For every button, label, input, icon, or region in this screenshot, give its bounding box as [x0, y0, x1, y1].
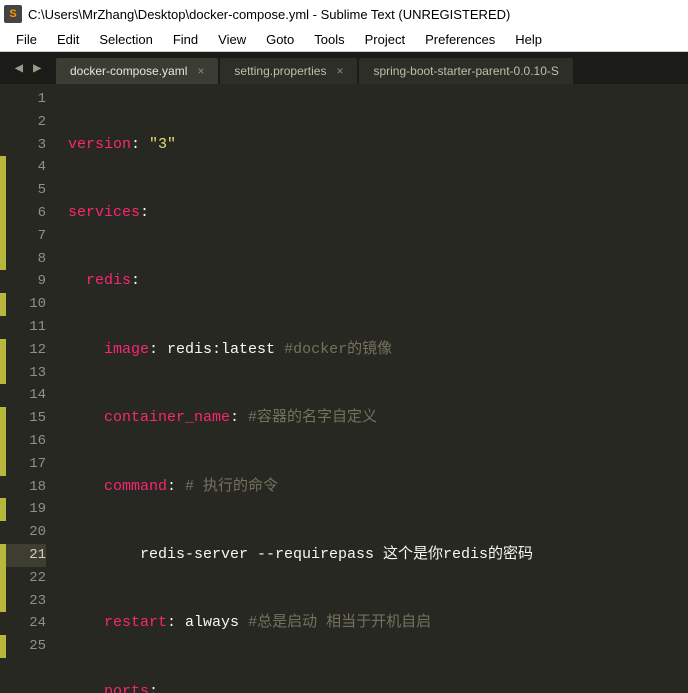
tab-docker-compose[interactable]: docker-compose.yaml × [56, 58, 218, 84]
line-number: 21 [6, 544, 46, 567]
line-number: 2 [38, 114, 46, 130]
line-number: 4 [38, 159, 46, 175]
code-line[interactable]: services: [58, 202, 688, 225]
close-icon[interactable]: × [336, 64, 343, 78]
line-number: 23 [29, 593, 46, 609]
tab-label: spring-boot-starter-parent-0.0.10-S [373, 64, 558, 78]
line-number: 16 [29, 433, 46, 449]
line-number: 11 [29, 319, 46, 335]
gutter: 1 2 3 4 5 6 7 8 9 10 11 12 13 14 15 16 1… [0, 84, 58, 693]
tab-label: setting.properties [234, 64, 326, 78]
menu-file[interactable]: File [6, 30, 47, 49]
code-line[interactable]: container_name: #容器的名字自定义 [58, 407, 688, 430]
line-number: 18 [29, 479, 46, 495]
nav-back-icon[interactable]: ◀ [15, 60, 23, 77]
window-title: C:\Users\MrZhang\Desktop\docker-compose.… [28, 7, 510, 22]
line-number: 14 [29, 387, 46, 403]
tab-spring-boot[interactable]: spring-boot-starter-parent-0.0.10-S [359, 58, 572, 84]
code-line[interactable]: command: # 执行的命令 [58, 476, 688, 499]
line-number: 12 [29, 342, 46, 358]
code-line[interactable]: redis-server --requirepass 这个是你redis的密码 [58, 544, 688, 567]
line-number: 22 [29, 570, 46, 586]
line-number: 10 [29, 296, 46, 312]
app-icon: S [4, 5, 22, 23]
menu-project[interactable]: Project [355, 30, 415, 49]
menubar: File Edit Selection Find View Goto Tools… [0, 28, 688, 52]
line-number: 15 [29, 410, 46, 426]
menu-find[interactable]: Find [163, 30, 208, 49]
line-number: 8 [38, 251, 46, 267]
code-line[interactable]: ports: [58, 681, 688, 693]
nav-arrows: ◀ ▶ [0, 52, 56, 84]
editor[interactable]: 1 2 3 4 5 6 7 8 9 10 11 12 13 14 15 16 1… [0, 84, 688, 693]
line-number: 9 [38, 273, 46, 289]
code-line[interactable]: version: "3" [58, 134, 688, 157]
menu-goto[interactable]: Goto [256, 30, 304, 49]
tab-setting-properties[interactable]: setting.properties × [220, 58, 357, 84]
line-number: 13 [29, 365, 46, 381]
nav-forward-icon[interactable]: ▶ [33, 60, 41, 77]
line-number: 6 [38, 205, 46, 221]
tab-row: docker-compose.yaml × setting.properties… [56, 52, 688, 84]
menu-tools[interactable]: Tools [304, 30, 354, 49]
line-number: 3 [38, 137, 46, 153]
code-line[interactable]: restart: always #总是启动 相当于开机自启 [58, 612, 688, 635]
code-line[interactable]: redis: [58, 270, 688, 293]
line-number: 24 [29, 615, 46, 631]
close-icon[interactable]: × [197, 64, 204, 78]
line-number: 7 [38, 228, 46, 244]
tab-strip: ◀ ▶ docker-compose.yaml × setting.proper… [0, 52, 688, 84]
menu-selection[interactable]: Selection [89, 30, 162, 49]
line-number: 25 [29, 638, 46, 654]
line-number: 17 [29, 456, 46, 472]
menu-edit[interactable]: Edit [47, 30, 89, 49]
menu-preferences[interactable]: Preferences [415, 30, 505, 49]
code-line[interactable]: image: redis:latest #docker的镜像 [58, 339, 688, 362]
menu-view[interactable]: View [208, 30, 256, 49]
line-number: 1 [38, 91, 46, 107]
line-number: 20 [29, 524, 46, 540]
code-area[interactable]: version: "3" services: redis: image: red… [58, 84, 688, 693]
titlebar[interactable]: S C:\Users\MrZhang\Desktop\docker-compos… [0, 0, 688, 28]
tab-label: docker-compose.yaml [70, 64, 187, 78]
line-number: 5 [38, 182, 46, 198]
line-number: 19 [29, 501, 46, 517]
menu-help[interactable]: Help [505, 30, 552, 49]
line-numbers: 1 2 3 4 5 6 7 8 9 10 11 12 13 14 15 16 1… [6, 84, 58, 693]
